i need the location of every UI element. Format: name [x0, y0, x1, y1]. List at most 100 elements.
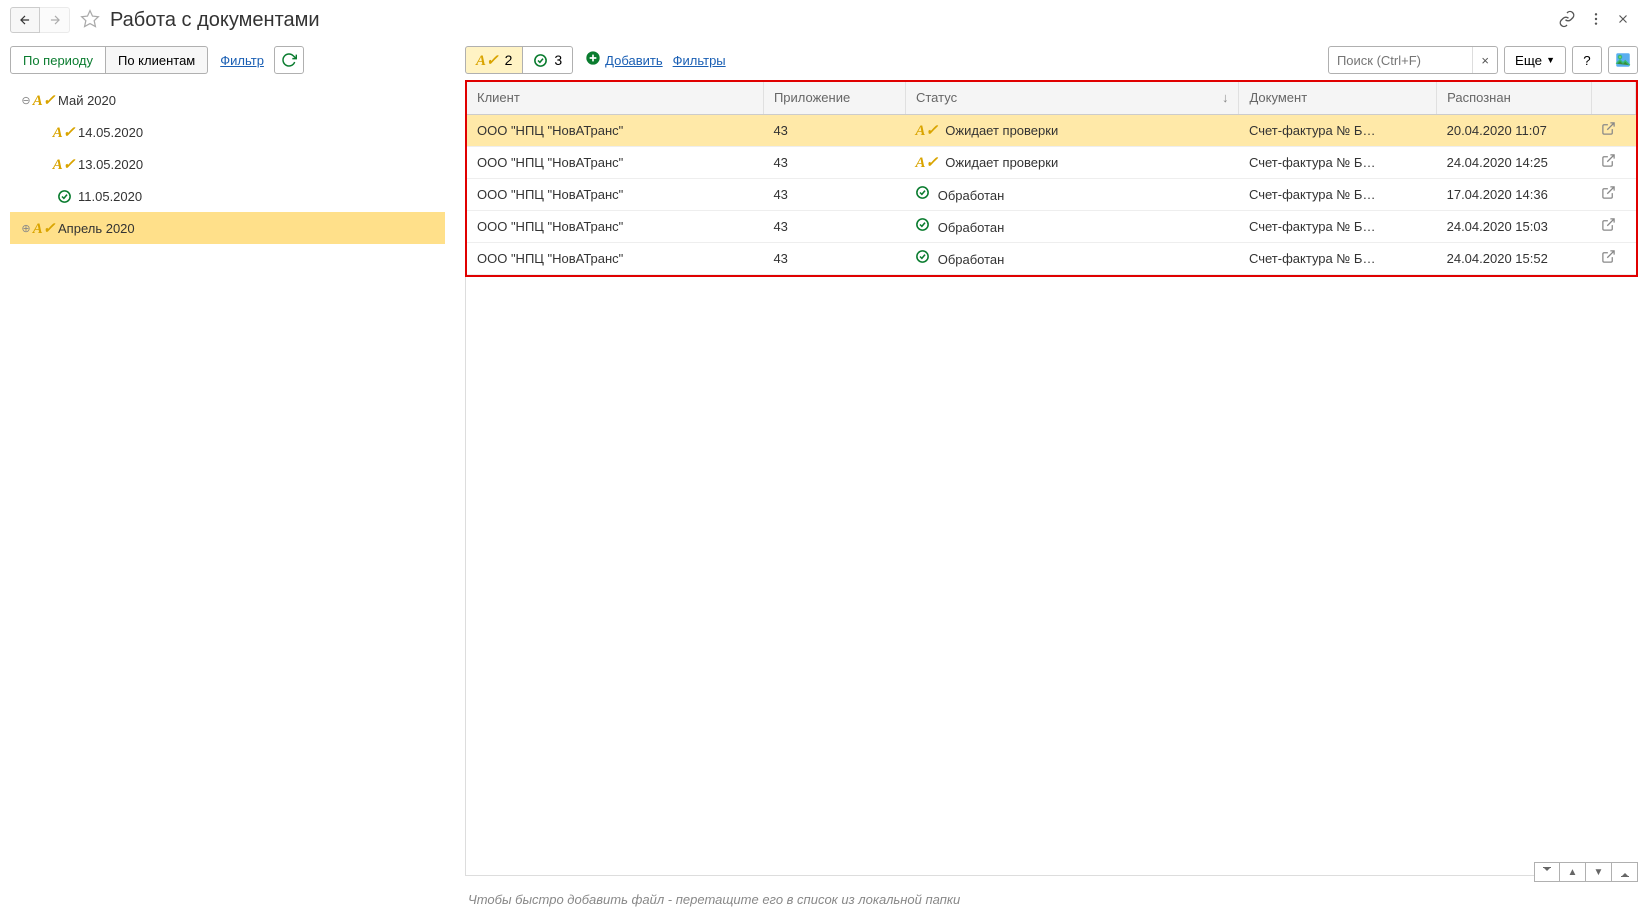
cell-client: ООО "НПЦ "НовАТранс": [467, 146, 763, 178]
image-icon: [1614, 51, 1632, 69]
kebab-menu-icon[interactable]: [1588, 11, 1604, 30]
cell-recognized: 24.04.2020 14:25: [1437, 146, 1591, 178]
tree-child-node[interactable]: A✓14.05.2020: [10, 116, 445, 148]
refresh-button[interactable]: [274, 46, 304, 74]
cell-status: Обработан: [905, 210, 1239, 242]
tree-node-label: Май 2020: [58, 93, 116, 108]
tree-node[interactable]: ⊖A✓Май 2020: [10, 84, 445, 116]
refresh-icon: [281, 52, 297, 68]
cell-client: ООО "НПЦ "НовАТранс": [467, 114, 763, 146]
tree-child-label: 14.05.2020: [78, 125, 143, 140]
nav-last-button[interactable]: [1612, 862, 1638, 882]
th-recognized[interactable]: Распознан: [1437, 82, 1591, 114]
open-external-icon[interactable]: [1601, 124, 1616, 139]
cell-open: [1591, 178, 1636, 210]
favorite-star-icon[interactable]: [80, 9, 100, 32]
nav-down-button[interactable]: ▼: [1586, 862, 1612, 882]
cell-client: ООО "НПЦ "НовАТранс": [467, 178, 763, 210]
open-external-icon[interactable]: [1601, 156, 1616, 171]
cell-app: 43: [763, 178, 905, 210]
table-nav-buttons: ▲ ▼: [1534, 862, 1638, 882]
th-doc[interactable]: Документ: [1239, 82, 1437, 114]
header-bar: Работа с документами: [0, 0, 1648, 40]
cell-doc: Счет-фактура № Б…: [1239, 242, 1437, 274]
th-status[interactable]: Статус↓: [905, 82, 1239, 114]
tree-child-node[interactable]: A✓13.05.2020: [10, 148, 445, 180]
arrow-left-icon: [18, 13, 32, 27]
tree-child-label: 11.05.2020: [78, 189, 142, 204]
filter-pending-button[interactable]: A✓ 2: [465, 46, 523, 74]
pending-icon: A✓: [33, 91, 56, 110]
add-plus-icon: [585, 50, 601, 71]
cell-client: ООО "НПЦ "НовАТранс": [467, 210, 763, 242]
done-icon: [915, 217, 930, 232]
search-input[interactable]: [1329, 53, 1472, 68]
tree-expander-icon[interactable]: ⊕: [18, 222, 34, 235]
cell-doc: Счет-фактура № Б…: [1239, 210, 1437, 242]
open-external-icon[interactable]: [1601, 220, 1616, 235]
close-icon[interactable]: [1616, 12, 1630, 29]
cell-open: [1591, 146, 1636, 178]
table-row[interactable]: ООО "НПЦ "НовАТранс" 43 Обработан Счет-ф…: [467, 178, 1636, 210]
table-row[interactable]: ООО "НПЦ "НовАТранс" 43 Обработан Счет-ф…: [467, 242, 1636, 274]
cell-client: ООО "НПЦ "НовАТранс": [467, 242, 763, 274]
sidebar-toolbar: По периоду По клиентам Фильтр: [10, 46, 445, 74]
cell-status: A✓ Ожидает проверки: [905, 114, 1239, 146]
done-icon: [533, 53, 548, 68]
documents-table-highlighted: Клиент Приложение Статус↓ Документ Распо…: [465, 80, 1638, 277]
more-button[interactable]: Еще ▼: [1504, 46, 1566, 74]
cell-recognized: 17.04.2020 14:36: [1437, 178, 1591, 210]
tree-node-label: Апрель 2020: [58, 221, 135, 236]
tab-by-clients[interactable]: По клиентам: [106, 46, 208, 74]
done-icon: [57, 189, 72, 204]
pending-count: 2: [505, 52, 513, 68]
cell-recognized: 24.04.2020 15:03: [1437, 210, 1591, 242]
nav-first-button[interactable]: [1534, 862, 1560, 882]
tree-child-label: 13.05.2020: [78, 157, 143, 172]
nav-back-button[interactable]: [10, 7, 40, 33]
open-external-icon[interactable]: [1601, 252, 1616, 267]
cell-recognized: 20.04.2020 11:07: [1437, 114, 1591, 146]
link-icon[interactable]: [1558, 10, 1576, 31]
open-external-icon[interactable]: [1601, 188, 1616, 203]
cell-app: 43: [763, 146, 905, 178]
pending-icon: A✓: [476, 51, 499, 70]
table-header-row: Клиент Приложение Статус↓ Документ Распо…: [467, 82, 1636, 114]
tree-expander-icon[interactable]: ⊖: [18, 94, 34, 107]
done-icon: [915, 185, 930, 200]
main-panel: A✓ 2 3 Добавить Фильтры × Еще ▼: [455, 40, 1648, 882]
chevron-down-icon: ▼: [1546, 55, 1555, 65]
search-clear-button[interactable]: ×: [1472, 47, 1497, 73]
pending-icon: A✓: [33, 219, 56, 238]
help-button[interactable]: ?: [1572, 46, 1602, 74]
pending-icon: A✓: [53, 123, 76, 142]
sidebar-filter-link[interactable]: Фильтр: [220, 53, 264, 68]
table-row[interactable]: ООО "НПЦ "НовАТранс" 43 A✓ Ожидает прове…: [467, 146, 1636, 178]
arrow-right-icon: [48, 13, 62, 27]
table-row[interactable]: ООО "НПЦ "НовАТранс" 43 A✓ Ожидает прове…: [467, 114, 1636, 146]
cell-open: [1591, 114, 1636, 146]
more-label: Еще: [1515, 53, 1542, 68]
th-client[interactable]: Клиент: [467, 82, 763, 114]
filters-link[interactable]: Фильтры: [673, 53, 726, 68]
tab-by-period[interactable]: По периоду: [10, 46, 106, 74]
cell-status: Обработан: [905, 178, 1239, 210]
sort-arrow-icon: ↓: [1222, 90, 1229, 105]
cell-open: [1591, 210, 1636, 242]
search-box: ×: [1328, 46, 1498, 74]
done-count: 3: [554, 52, 562, 68]
pending-icon: A✓: [915, 123, 938, 139]
th-actions: [1591, 82, 1636, 114]
nav-up-button[interactable]: ▲: [1560, 862, 1586, 882]
documents-table: Клиент Приложение Статус↓ Документ Распо…: [467, 82, 1636, 275]
table-row[interactable]: ООО "НПЦ "НовАТранс" 43 Обработан Счет-ф…: [467, 210, 1636, 242]
image-preview-button[interactable]: [1608, 46, 1638, 74]
cell-doc: Счет-фактура № Б…: [1239, 146, 1437, 178]
tree-node[interactable]: ⊕A✓Апрель 2020: [10, 212, 445, 244]
th-app[interactable]: Приложение: [763, 82, 905, 114]
tree-child-node[interactable]: 11.05.2020: [10, 180, 445, 212]
nav-forward-button[interactable]: [40, 7, 70, 33]
add-link[interactable]: Добавить: [605, 53, 662, 68]
filter-done-button[interactable]: 3: [523, 46, 573, 74]
page-title: Работа с документами: [110, 9, 320, 32]
